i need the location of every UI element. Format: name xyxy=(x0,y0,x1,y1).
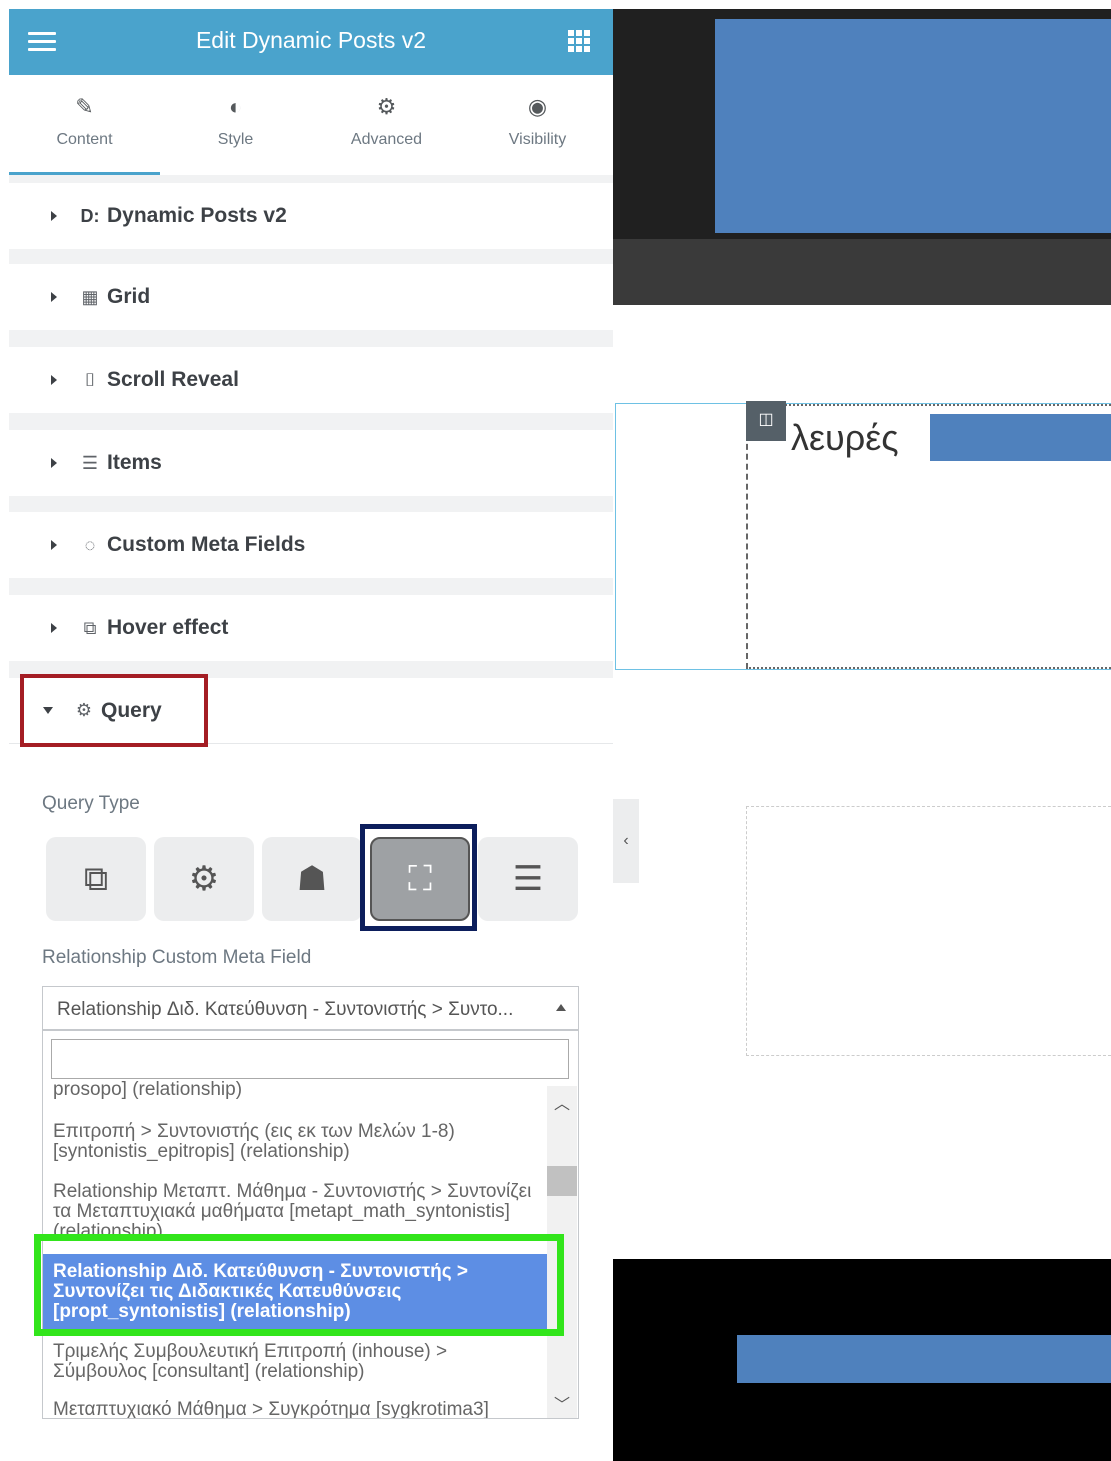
tab-label: Style xyxy=(217,131,254,148)
redacted-block xyxy=(930,414,1111,461)
relationship-select[interactable]: Relationship Διδ. Κατεύθυνση - Συντονιστ… xyxy=(42,986,579,1030)
redacted-block xyxy=(715,19,1111,233)
section-dynamic-posts[interactable]: D: Dynamic Posts v2 xyxy=(9,183,613,249)
section-hover-effect[interactable]: ⧉ Hover effect xyxy=(9,595,613,661)
panel-header: Edit Dynamic Posts v2 xyxy=(9,9,613,75)
relationship-field-label: Relationship Custom Meta Field xyxy=(42,947,312,968)
section-scroll-reveal[interactable]: ⌷ Scroll Reveal xyxy=(9,347,613,413)
mouse-icon: ⌷ xyxy=(84,369,96,390)
tab-content[interactable]: ✎ Content xyxy=(9,75,160,175)
grid-icon: ▦ xyxy=(81,286,99,307)
editor-panel: Edit Dynamic Posts v2 ✎ Content ◐ Style … xyxy=(9,9,613,1452)
chevron-down-icon[interactable]: ﹀ xyxy=(547,1391,577,1415)
list-icon[interactable]: ☰ xyxy=(478,837,578,921)
tab-style[interactable]: ◐ Style xyxy=(160,75,311,175)
tab-visibility[interactable]: ◉ Visibility xyxy=(462,75,613,175)
query-type-highlight-box xyxy=(360,824,477,931)
list-tree-icon: ☰ xyxy=(81,452,99,473)
redacted-block xyxy=(737,1335,1111,1383)
section-title: Hover effect xyxy=(107,616,229,639)
copy-icon[interactable]: ⧉ xyxy=(46,837,146,921)
tab-label: Content xyxy=(56,131,113,148)
caret-right-icon xyxy=(51,623,57,633)
dropdown-search-input[interactable] xyxy=(51,1039,569,1079)
select-value: Relationship Διδ. Κατεύθυνση - Συντονιστ… xyxy=(57,999,514,1020)
check-circle-icon: ◌ xyxy=(84,534,96,555)
relationship-dropdown: prosopo] (relationship) Επιτροπή > Συντο… xyxy=(42,1030,579,1419)
section-title: Scroll Reveal xyxy=(107,368,239,391)
option-highlight-box xyxy=(34,1234,564,1336)
section-items[interactable]: ☰ Items xyxy=(9,430,613,496)
collapse-panel-button[interactable]: ‹ xyxy=(613,799,639,883)
scrollbar-thumb[interactable] xyxy=(547,1166,577,1196)
query-type-label: Query Type xyxy=(42,793,140,814)
section-custom-meta-fields[interactable]: ◌ Custom Meta Fields xyxy=(9,512,613,578)
tab-advanced[interactable]: ⚙ Advanced xyxy=(311,75,462,175)
dropdown-option[interactable]: Επιτροπή > Συντονιστής (εις εκ των Μελών… xyxy=(53,1122,543,1162)
section-title: Custom Meta Fields xyxy=(107,533,306,556)
chevron-up-icon xyxy=(556,1004,566,1011)
gears-icon[interactable]: ⚙ xyxy=(154,837,254,921)
chevron-up-icon[interactable]: ︿ xyxy=(547,1090,577,1114)
pencil-icon: ✎ xyxy=(75,94,94,119)
panel-title: Edit Dynamic Posts v2 xyxy=(195,27,427,53)
page-preview: ◫ λευρές ‹ xyxy=(613,9,1111,1461)
empty-widget-area xyxy=(746,806,1111,1056)
dropdown-option[interactable]: prosopo] (relationship) xyxy=(53,1080,543,1100)
preview-heading: λευρές xyxy=(791,417,899,458)
caret-right-icon xyxy=(51,292,57,302)
dynamic-logo-icon: D: xyxy=(80,205,100,226)
tab-label: Visibility xyxy=(508,131,567,148)
panel-tabs: ✎ Content ◐ Style ⚙ Advanced ◉ Visibilit… xyxy=(9,75,613,175)
section-title: Items xyxy=(107,451,162,474)
widgets-grid-icon[interactable] xyxy=(568,30,590,52)
hover-icon: ⧉ xyxy=(83,617,97,638)
query-highlight-box xyxy=(20,674,208,747)
half-circle-icon: ◐ xyxy=(228,94,243,119)
sitemap-icon[interactable]: ☗ xyxy=(262,837,362,921)
caret-right-icon xyxy=(51,540,57,550)
column-handle-icon[interactable]: ◫ xyxy=(746,401,786,441)
caret-right-icon xyxy=(51,458,57,468)
section-grid[interactable]: ▦ Grid xyxy=(9,264,613,330)
tab-label: Advanced xyxy=(350,131,423,148)
dropdown-option[interactable]: Relationship Μεταπτ. Μάθημα - Συντονιστή… xyxy=(53,1182,543,1242)
caret-right-icon xyxy=(51,375,57,385)
eye-icon: ◉ xyxy=(527,94,548,119)
dropdown-option[interactable]: Μεταπτυχιακό Μάθημα > Συγκρότημα [sygkro… xyxy=(53,1400,543,1419)
section-title: Grid xyxy=(107,285,151,308)
section-title: Dynamic Posts v2 xyxy=(107,204,287,227)
query-type-choices: ⧉ ⚙ ☗ ⛶ ☰ xyxy=(46,837,578,921)
dropdown-option[interactable]: Τριμελής Συμβουλευτική Επιτροπή (inhouse… xyxy=(53,1342,543,1382)
gear-icon: ⚙ xyxy=(376,94,397,119)
preview-nav-band xyxy=(613,239,1111,305)
caret-right-icon xyxy=(51,211,57,221)
